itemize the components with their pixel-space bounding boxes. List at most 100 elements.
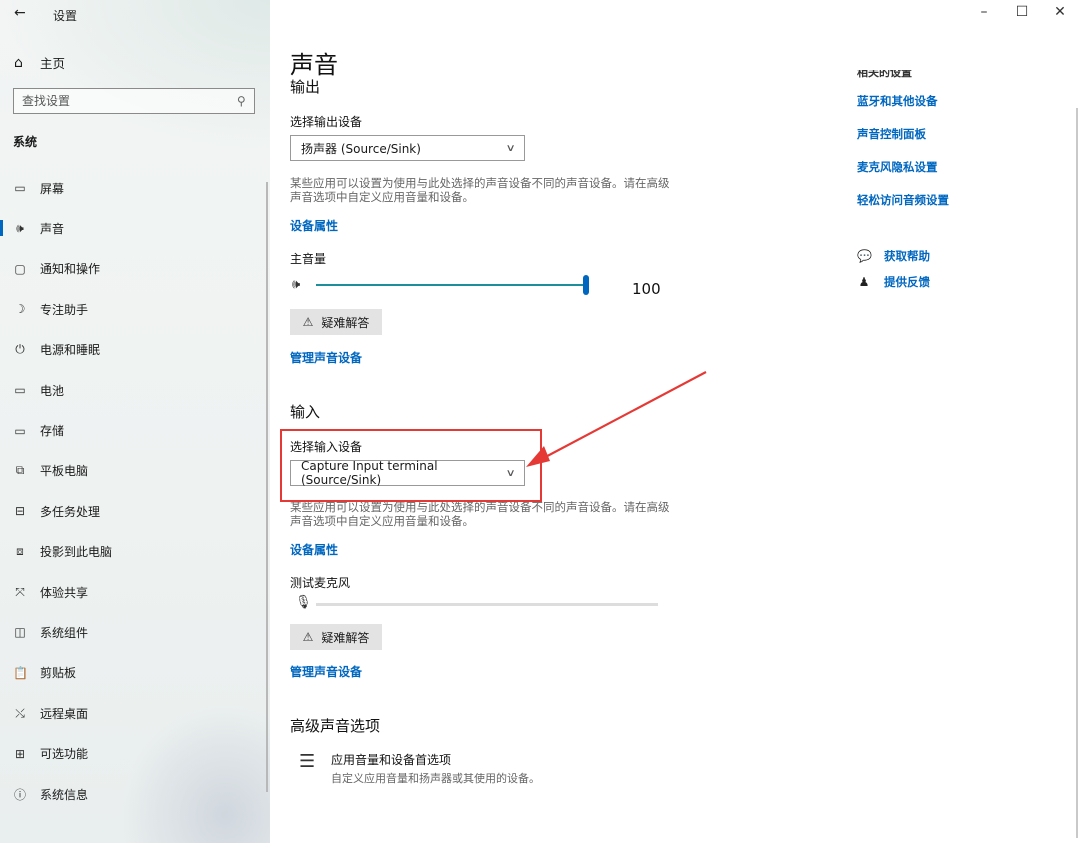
sidebar-scrollbar[interactable]	[266, 182, 268, 792]
backdrop-blur	[0, 0, 270, 150]
sidebar-item[interactable]: ⊞ 可选功能	[0, 733, 266, 773]
warning-icon: ⚠	[302, 630, 314, 644]
home-label: 主页	[40, 56, 66, 71]
sidebar-item[interactable]: ▭ 存储	[0, 410, 266, 450]
output-heading: 输出	[290, 78, 321, 96]
volume-slider-track[interactable]	[316, 284, 586, 286]
advanced-heading: 高级声音选项	[290, 717, 381, 735]
input-troubleshoot-button[interactable]: ⚠ 疑难解答	[290, 624, 382, 650]
sidebar-item-label: 通知和操作	[40, 262, 101, 277]
troubleshoot-label: 疑难解答	[321, 630, 370, 645]
ease-of-access-audio-link[interactable]: 轻松访问音频设置	[857, 192, 949, 208]
search-box[interactable]: ⚲	[13, 88, 255, 114]
chat-help-icon: 💬	[857, 249, 872, 263]
sidebar-item[interactable]: ⊟ 多任务处理	[0, 491, 266, 531]
output-troubleshoot-button[interactable]: ⚠ 疑难解答	[290, 309, 382, 335]
equalizer-icon: ☰	[299, 751, 316, 772]
sidebar-item[interactable]: 🕪 声音	[0, 208, 266, 248]
warning-icon: ⚠	[302, 315, 314, 329]
input-device-properties-link[interactable]: 设备属性	[290, 541, 338, 558]
master-volume-label: 主音量	[290, 252, 327, 266]
app-volume-description: 自定义应用音量和扬声器或其使用的设备。	[331, 772, 540, 785]
feedback-link[interactable]: ♟ 提供反馈	[857, 274, 930, 290]
sidebar-item-label: 屏幕	[40, 181, 65, 196]
home-icon: ⌂	[14, 54, 23, 71]
multitask-icon: ⊟	[14, 504, 26, 519]
output-manage-devices-link[interactable]: 管理声音设备	[290, 349, 362, 366]
sidebar-item[interactable]: ⤧ 体验共享	[0, 572, 266, 612]
speaker-icon[interactable]: 🕪	[292, 277, 300, 292]
sidebar-item[interactable]: ⏻ 电源和睡眠	[0, 330, 266, 370]
moon-icon: ☽	[14, 302, 26, 317]
sidebar-nav: ▭ 屏幕 🕪 声音 ▢ 通知和操作 ☽ 专注助手 ⏻ 电源和睡眠 ▭ 电池 ▭ 存储 ⧉ 平板电脑 ⊟ 多任务处理…	[0, 168, 266, 814]
sidebar-item-label: 远程桌面	[40, 706, 89, 721]
sidebar-item[interactable]: ⧉ 平板电脑	[0, 451, 266, 491]
sidebar-item-label: 电源和睡眠	[40, 343, 101, 358]
related-settings-heading: 相关的设置	[857, 70, 912, 79]
input-manage-devices-link[interactable]: 管理声音设备	[290, 663, 362, 680]
bluetooth-devices-link[interactable]: 蓝牙和其他设备	[857, 93, 938, 109]
sidebar-item-label: 平板电脑	[40, 464, 89, 479]
sidebar-item[interactable]: ▭ 电池	[0, 370, 266, 410]
storage-icon: ▭	[14, 423, 26, 438]
sidebar-item-label: 存储	[40, 424, 65, 439]
minimize-button[interactable]: –	[974, 4, 994, 20]
app-volume-text: 应用音量和设备首选项 自定义应用音量和扬声器或其使用的设备。	[331, 751, 540, 786]
main-scrollbar[interactable]	[1076, 108, 1078, 838]
output-device-properties-link[interactable]: 设备属性	[290, 217, 338, 234]
sidebar-item-home[interactable]: ⌂ 主页	[14, 53, 65, 72]
monitor-icon: ▭	[14, 181, 26, 196]
notification-icon: ▢	[14, 261, 26, 276]
sound-control-panel-link[interactable]: 声音控制面板	[857, 126, 926, 142]
test-microphone-label: 测试麦克风	[290, 576, 351, 590]
page-title: 声音	[290, 51, 338, 79]
sidebar-item-label: 电池	[40, 383, 65, 398]
remote-icon: ⤯	[15, 705, 25, 720]
sidebar-item[interactable]: ◫ 系统组件	[0, 612, 266, 652]
troubleshoot-label: 疑难解答	[321, 315, 370, 330]
tablet-icon: ⧉	[15, 463, 25, 478]
power-icon: ⏻	[15, 342, 25, 357]
clipboard-icon: 📋	[13, 665, 28, 680]
sidebar-item-label: 系统组件	[40, 625, 89, 640]
features-icon: ⊞	[14, 746, 26, 761]
volume-slider-thumb[interactable]	[583, 275, 589, 295]
speaker-icon: 🕪	[16, 221, 24, 236]
sidebar-item-label: 声音	[40, 222, 65, 237]
microphone-privacy-link[interactable]: 麦克风隐私设置	[857, 159, 938, 175]
battery-icon: ▭	[14, 383, 26, 398]
volume-value: 100	[632, 280, 661, 298]
sidebar-item-label: 剪贴板	[40, 666, 77, 681]
sidebar-item[interactable]: ☽ 专注助手	[0, 289, 266, 329]
back-arrow-icon[interactable]: ←	[14, 5, 26, 21]
output-device-dropdown[interactable]: 扬声器 (Source/Sink) ∨	[290, 135, 525, 161]
sidebar-section-heading: 系统	[13, 135, 38, 149]
close-button[interactable]: ✕	[1050, 4, 1070, 20]
sidebar-item[interactable]: ⓘ 系统信息	[0, 774, 266, 814]
info-icon: ⓘ	[13, 787, 26, 802]
sidebar-item[interactable]: 📋 剪贴板	[0, 653, 266, 693]
input-heading: 输入	[290, 403, 321, 421]
sidebar-item-label: 专注助手	[40, 302, 89, 317]
app-volume-preferences-item[interactable]: ☰ 应用音量和设备首选项 自定义应用音量和扬声器或其使用的设备。	[299, 751, 540, 786]
share-icon: ⤧	[15, 584, 25, 599]
app-volume-title: 应用音量和设备首选项	[331, 753, 452, 767]
sidebar-item-label: 投影到此电脑	[40, 545, 113, 560]
sidebar-item[interactable]: ⤯ 远程桌面	[0, 693, 266, 733]
annotation-highlight-box	[280, 429, 542, 502]
search-input[interactable]	[22, 94, 238, 108]
sidebar-item[interactable]: ▢ 通知和操作	[0, 249, 266, 289]
maximize-button[interactable]: ☐	[1012, 4, 1032, 20]
sidebar: ← 设置 ⌂ 主页 ⚲ 系统 ▭ 屏幕 🕪 声音 ▢ 通知和操作 ☽ 专注助手 ⏻ 电源和睡眠 ▭ 电…	[0, 0, 270, 843]
output-select-label: 选择输出设备	[290, 115, 363, 129]
chevron-down-icon: ∨	[505, 142, 516, 154]
sidebar-item[interactable]: ▭ 屏幕	[0, 168, 266, 208]
microphone-icon: 🎙	[295, 595, 312, 610]
window-title: 设置	[53, 9, 78, 23]
get-help-link[interactable]: 💬 获取帮助	[857, 248, 930, 264]
sidebar-item[interactable]: ⧈ 投影到此电脑	[0, 532, 266, 572]
output-device-value: 扬声器 (Source/Sink)	[301, 141, 421, 156]
microphone-level-meter	[316, 603, 658, 606]
search-icon[interactable]: ⚲	[237, 94, 246, 108]
sidebar-item-label: 可选功能	[40, 747, 89, 762]
